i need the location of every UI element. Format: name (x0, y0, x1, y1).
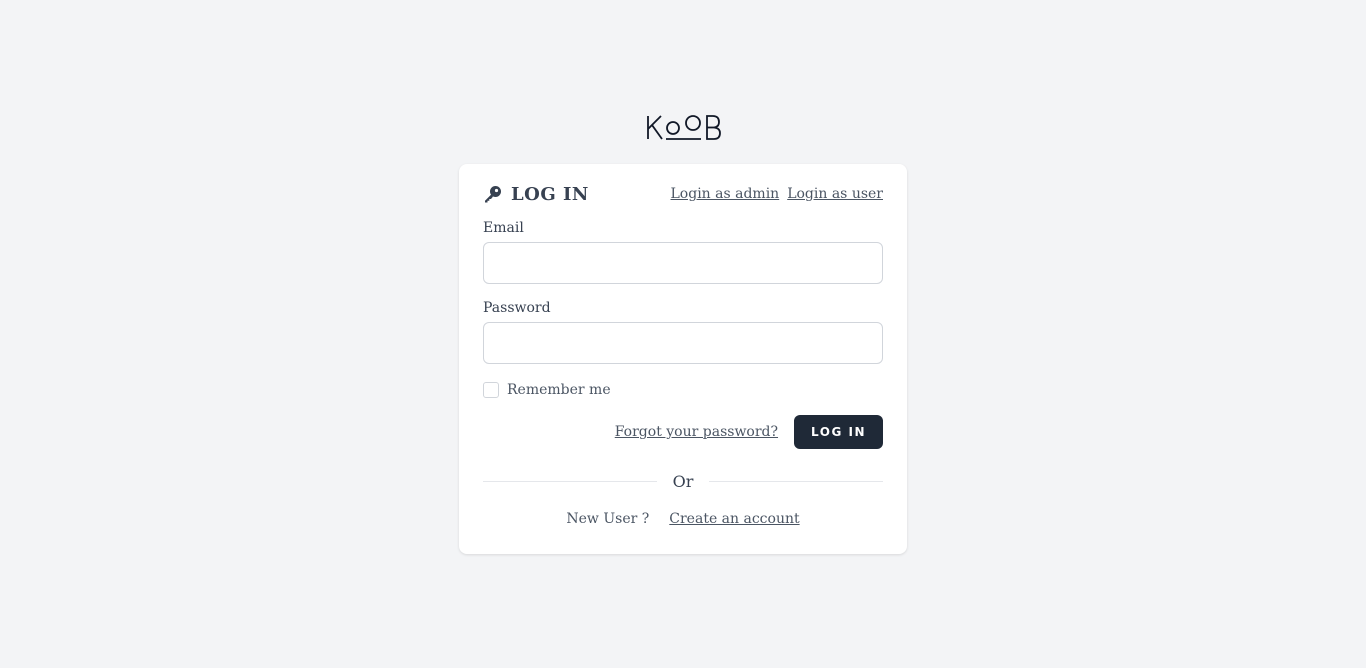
page-title: LOG IN (511, 183, 589, 205)
or-divider: Or (483, 471, 884, 491)
remember-me-checkbox[interactable] (483, 382, 499, 398)
signup-row: New User ? Create an account (483, 511, 883, 527)
koob-logo (645, 112, 723, 144)
login-card: LOG IN Login as admin Login as user Emai… (459, 164, 907, 554)
login-as-admin-link[interactable]: Login as admin (671, 186, 780, 202)
divider-text: Or (672, 471, 694, 491)
divider-line-right (709, 480, 884, 482)
quick-login-links: Login as admin Login as user (671, 186, 884, 202)
create-account-link[interactable]: Create an account (669, 511, 799, 527)
divider-line-left (483, 480, 657, 482)
signup-prompt: New User ? (566, 511, 650, 527)
forgot-password-link[interactable]: Forgot your password? (615, 424, 778, 440)
form-actions: Forgot your password? Log in (483, 415, 883, 449)
password-field[interactable] (483, 322, 883, 364)
remember-me-row: Remember me (483, 382, 883, 398)
key-icon (483, 184, 503, 204)
card-header: LOG IN Login as admin Login as user (483, 184, 884, 205)
login-button[interactable]: Log in (794, 415, 883, 449)
password-label: Password (483, 300, 551, 316)
email-field[interactable] (483, 242, 883, 284)
remember-me-label: Remember me (507, 382, 611, 398)
card-title: LOG IN (483, 184, 589, 205)
login-as-user-link[interactable]: Login as user (787, 186, 883, 202)
email-label: Email (483, 220, 524, 236)
